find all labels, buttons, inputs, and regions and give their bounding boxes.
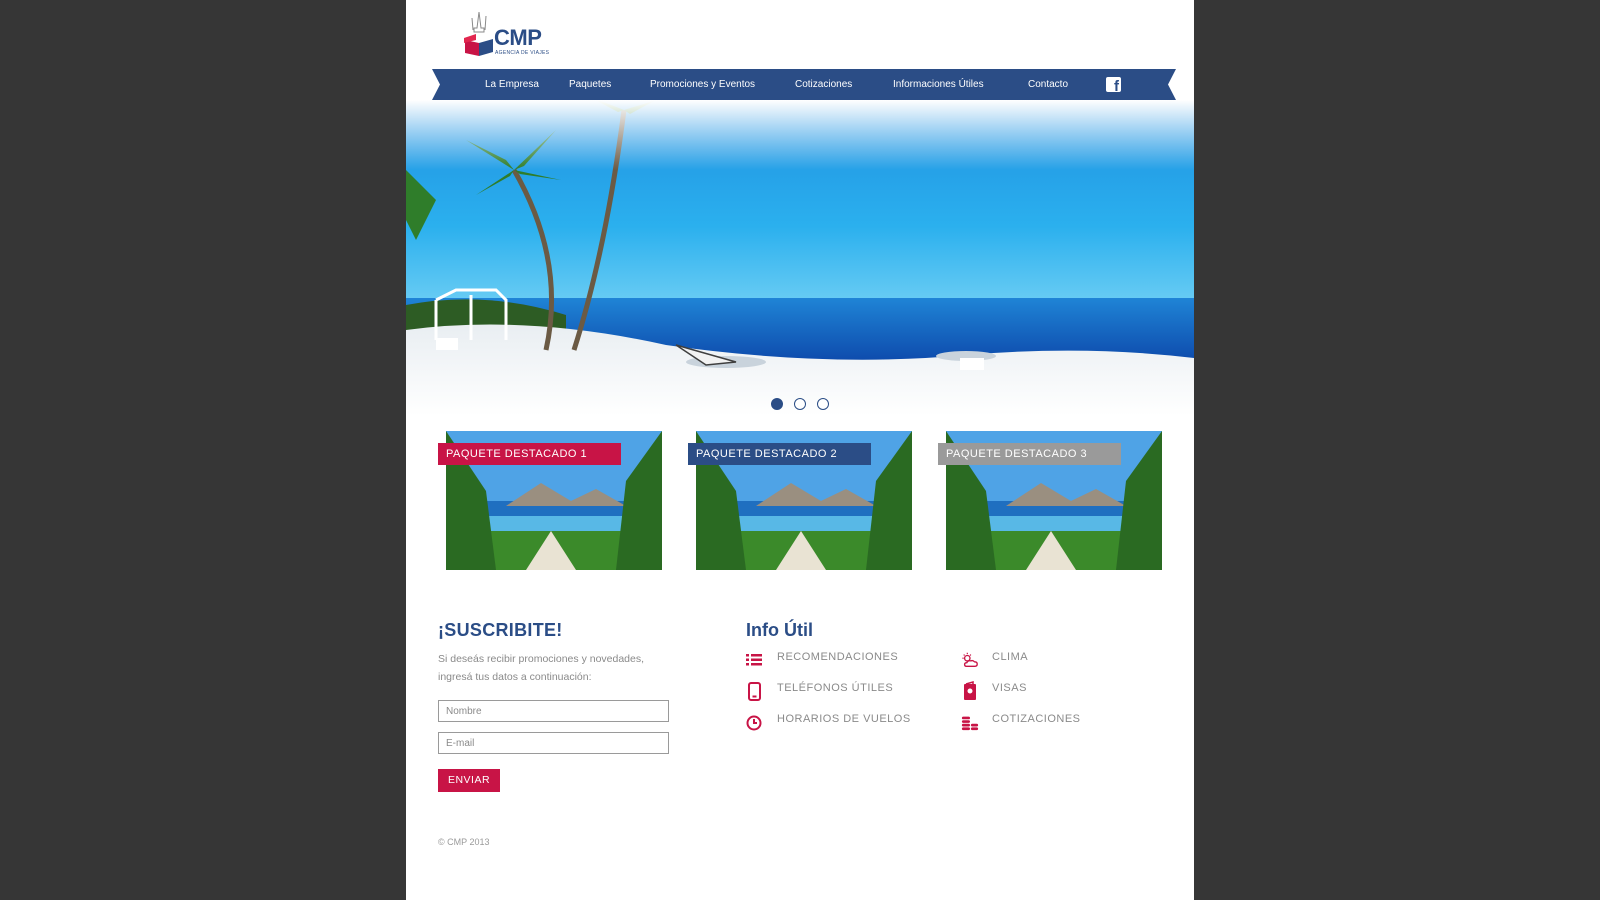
list-icon	[746, 654, 762, 666]
info-item-label: TELÉFONOS ÚTILES	[777, 682, 894, 694]
logo-text: CMP	[494, 25, 542, 50]
coins-icon	[961, 716, 979, 731]
main-nav: La Empresa Paquetes Promociones y Evento…	[432, 69, 1176, 100]
slide-dot-3[interactable]	[817, 398, 829, 410]
package-label: PAQUETE DESTACADO 1	[438, 443, 621, 465]
name-field[interactable]	[438, 700, 669, 722]
email-field[interactable]	[438, 732, 669, 754]
facebook-icon[interactable]: f	[1106, 77, 1121, 94]
slide-dot-2[interactable]	[794, 398, 806, 410]
nav-cotizaciones[interactable]: Cotizaciones	[795, 69, 852, 100]
info-item-label: HORARIOS DE VUELOS	[777, 713, 911, 725]
weather-icon	[962, 652, 978, 667]
slide-dot-1[interactable]	[771, 398, 783, 410]
passport-icon	[964, 681, 976, 700]
featured-package-1[interactable]: PAQUETE DESTACADO 1	[438, 431, 662, 570]
page: CMP AGENCIA DE VIAJES La Empresa Paquete…	[406, 0, 1194, 900]
package-label: PAQUETE DESTACADO 3	[938, 443, 1121, 465]
nav-la-empresa[interactable]: La Empresa	[485, 69, 539, 100]
nav-informaciones[interactable]: Informaciones Útiles	[893, 69, 984, 100]
featured-package-3[interactable]: PAQUETE DESTACADO 3	[938, 431, 1162, 570]
clock-icon	[746, 715, 762, 731]
info-item-label: COTIZACIONES	[992, 713, 1081, 725]
slider-dots	[406, 398, 1194, 412]
copyright: © CMP 2013	[438, 837, 490, 847]
info-item-label: CLIMA	[992, 651, 1029, 663]
logo-mark-icon	[464, 11, 493, 56]
info-item-label: RECOMENDACIONES	[777, 651, 899, 663]
featured-package-2[interactable]: PAQUETE DESTACADO 2	[688, 431, 912, 570]
nav-promociones[interactable]: Promociones y Eventos	[650, 69, 755, 100]
subscribe-title: ¡SUSCRIBITE!	[438, 620, 563, 640]
info-item-label: VISAS	[992, 682, 1027, 694]
nav-paquetes[interactable]: Paquetes	[569, 69, 611, 100]
subscribe-description: Si deseás recibir promociones y novedade…	[438, 653, 645, 683]
hero-slider	[406, 100, 1194, 416]
info-title: Info Útil	[746, 620, 813, 640]
package-label: PAQUETE DESTACADO 2	[688, 443, 871, 465]
phone-icon	[748, 682, 761, 701]
send-button[interactable]: ENVIAR	[438, 769, 500, 792]
logo-tagline: AGENCIA DE VIAJES	[495, 50, 550, 56]
nav-contacto[interactable]: Contacto	[1028, 69, 1068, 100]
logo[interactable]: CMP AGENCIA DE VIAJES	[462, 10, 572, 56]
